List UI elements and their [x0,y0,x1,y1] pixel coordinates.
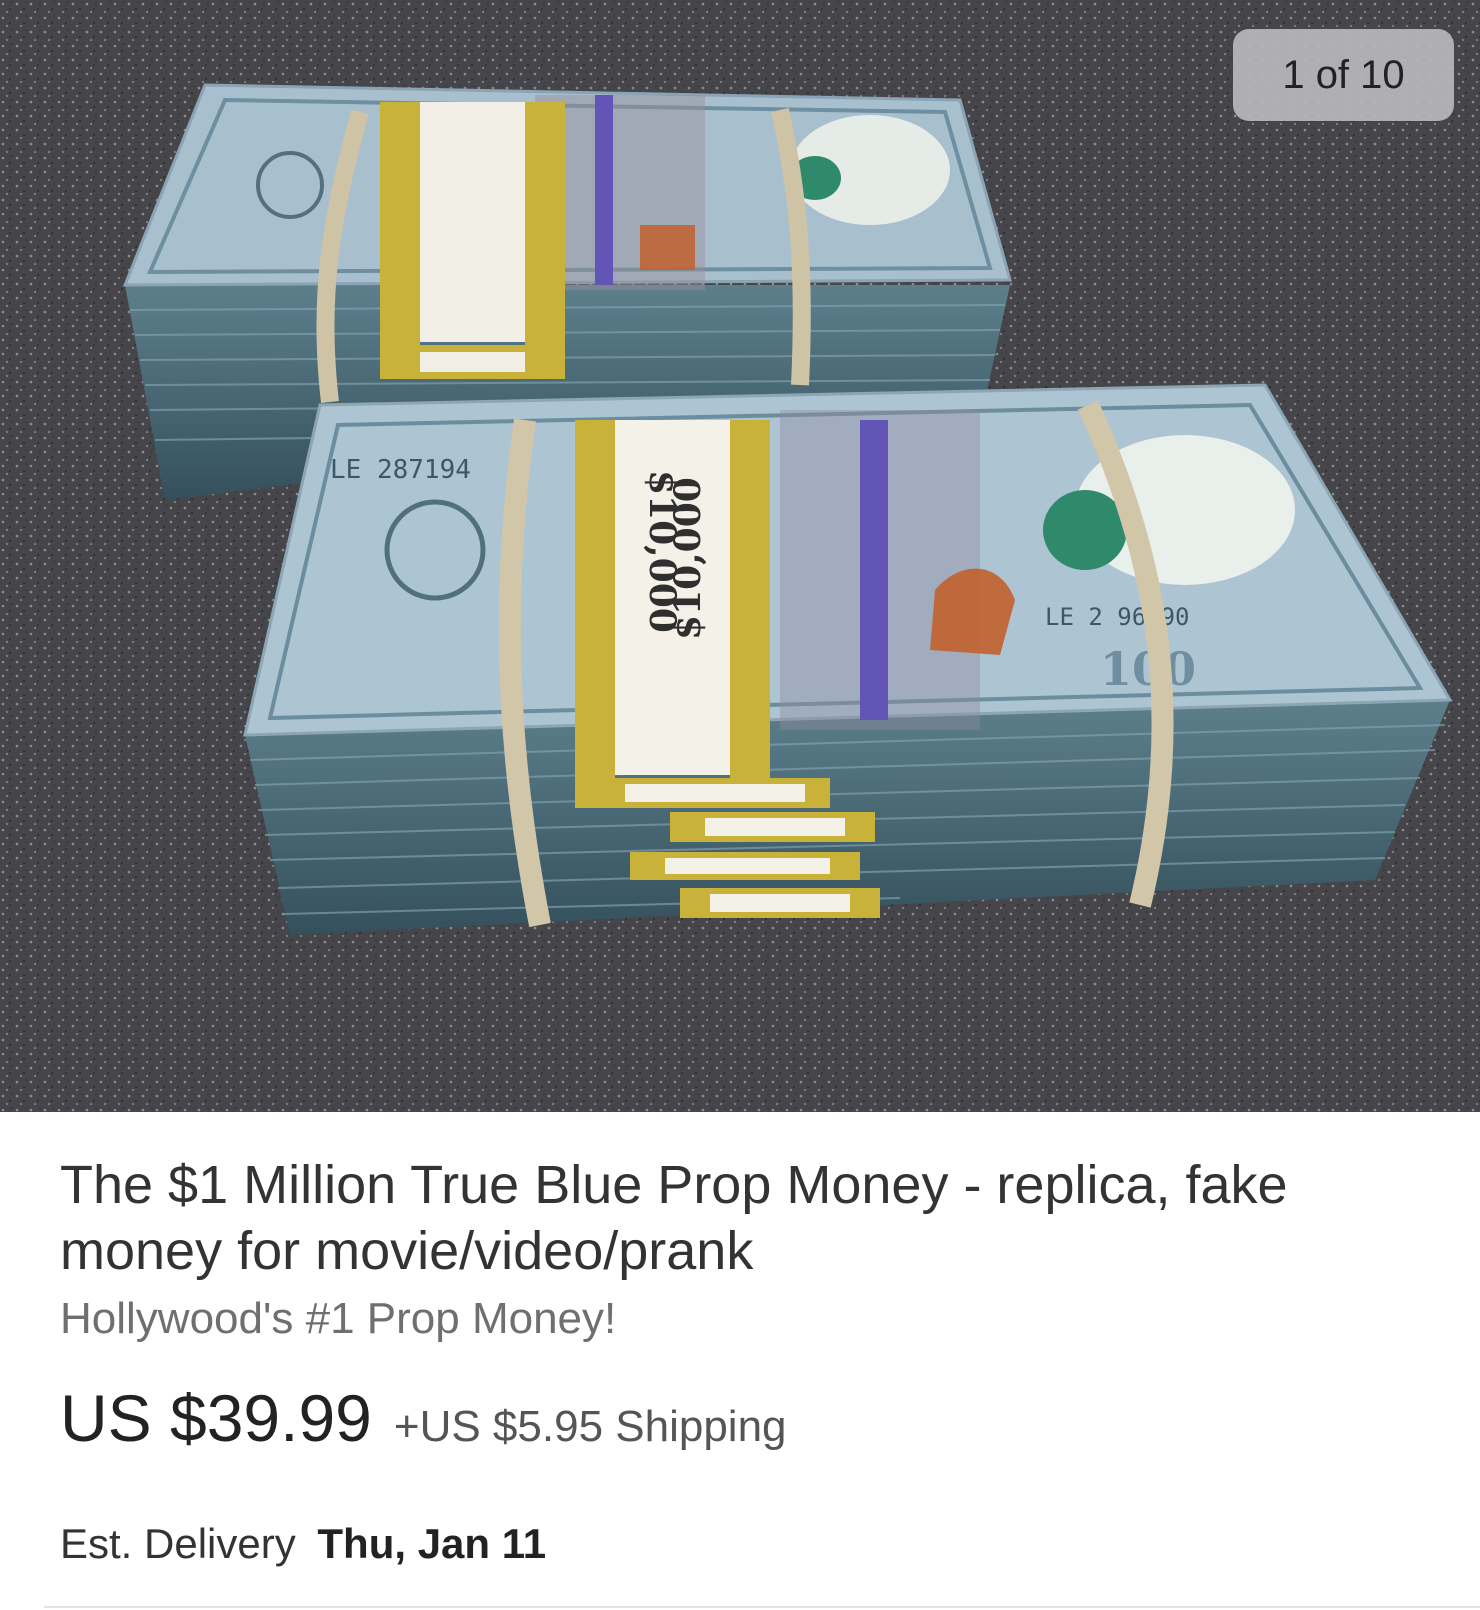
item-price: US $39.99 [60,1381,372,1455]
delivery-date: Thu, Jan 11 [317,1520,547,1567]
shipping-cost: +US $5.95 Shipping [393,1402,787,1451]
listing-title[interactable]: The $1 Million True Blue Prop Money - re… [60,1152,1430,1284]
listing-details: The $1 Million True Blue Prop Money - re… [0,1112,1480,1610]
svg-text:LE 287194: LE 287194 [330,455,471,485]
front-money-stack: LE 287194 LE 2 96290 100 $10,000 $10,000 [243,383,1453,935]
delivery-label: Est. Delivery [60,1520,296,1567]
price-row: US $39.99 +US $5.95 Shipping [60,1380,787,1460]
svg-text:LE 2 96290: LE 2 96290 [1045,603,1190,631]
product-photo[interactable]: LE 287194 LE 2 96290 100 $10,000 $10,000… [0,0,1480,1112]
divider [44,1606,1480,1608]
svg-text:$10,000: $10,000 [667,477,709,640]
estimated-delivery: Est. Delivery Thu, Jan 11 [60,1520,546,1576]
listing-subtitle: Hollywood's #1 Prop Money! [60,1294,617,1343]
image-counter-badge: 1 of 10 [1233,29,1454,121]
prop-money-image: LE 287194 LE 2 96290 100 $10,000 $10,000 [0,0,1480,1112]
